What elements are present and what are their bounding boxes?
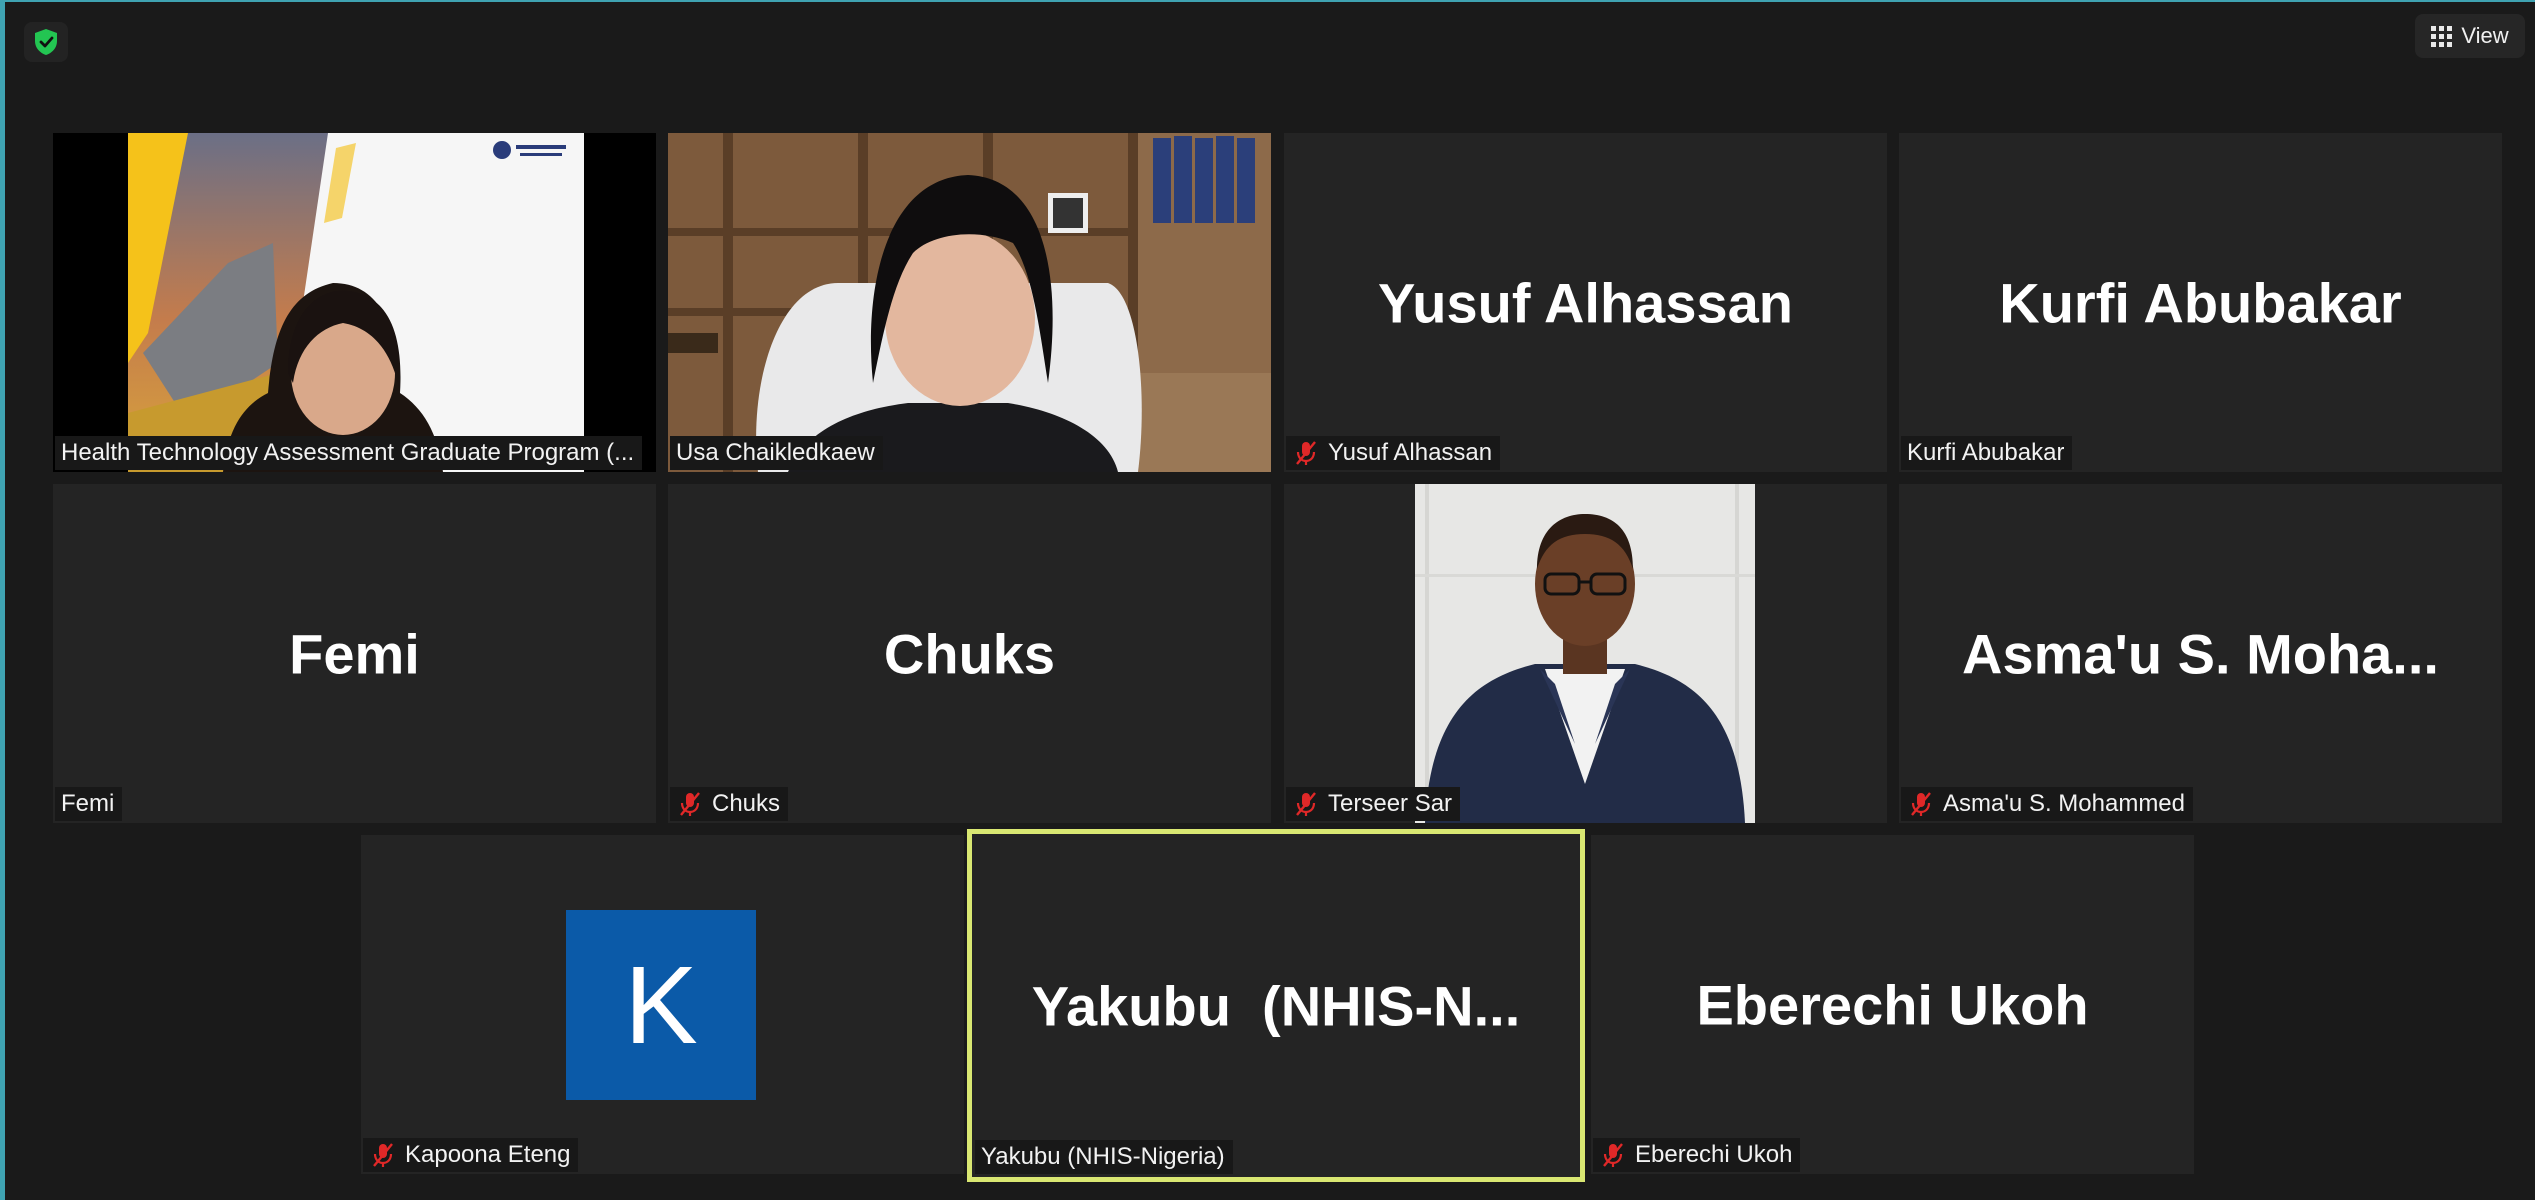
security-button[interactable] (24, 22, 68, 62)
participant-tile-name: Yusuf Alhassan (1378, 271, 1793, 334)
participant-tile-terseer-sar[interactable]: Terseer Sar (1284, 484, 1887, 823)
participant-nameplate: Eberechi Ukoh (1593, 1138, 1801, 1172)
participant-tile-name: Asma'u S. Moha... (1962, 622, 2439, 685)
participant-tile-usa-chaikledkaew[interactable]: Usa Chaikledkaew (668, 133, 1271, 472)
participant-name: Yusuf Alhassan (1328, 439, 1493, 466)
participant-tile-yakubu-active-speaker[interactable]: Yakubu (NHIS-N... Yakubu (NHIS-Nigeria) (967, 829, 1585, 1182)
participant-tile-name: Eberechi Ukoh (1696, 973, 2089, 1036)
mic-muted-icon (373, 1143, 393, 1167)
video-feed (1415, 484, 1755, 823)
participant-tile-yusuf-alhassan[interactable]: Yusuf Alhassan Yusuf Alhassan (1284, 133, 1887, 472)
participant-name: Chuks (712, 790, 781, 817)
mic-muted-icon (680, 792, 700, 816)
participant-tile-kapoona-eteng[interactable]: K Kapoona Eteng (361, 835, 964, 1174)
participant-tile-chuks[interactable]: Chuks Chuks (668, 484, 1271, 823)
participant-name: Yakubu (NHIS-Nigeria) (981, 1143, 1225, 1170)
participant-nameplate: Health Technology Assessment Graduate Pr… (55, 436, 643, 470)
view-button[interactable]: View (2415, 14, 2525, 58)
participant-name: Kurfi Abubakar (1907, 439, 2065, 466)
view-button-label: View (2461, 23, 2509, 48)
avatar: K (566, 910, 756, 1100)
participant-name: Health Technology Assessment Graduate Pr… (61, 439, 635, 466)
participant-tile-femi[interactable]: Femi Femi (53, 484, 656, 823)
participant-nameplate: Kurfi Abubakar (1901, 436, 2073, 470)
participant-nameplate: Yusuf Alhassan (1286, 436, 1501, 470)
participant-name: Asma'u S. Mohammed (1943, 790, 2186, 817)
window-edge-top (0, 0, 2535, 2)
participant-tile-hta-program[interactable]: Health Technology Assessment Graduate Pr… (53, 133, 656, 472)
participant-name: Usa Chaikledkaew (676, 439, 875, 466)
shield-check-icon (35, 29, 57, 55)
video-feed (128, 133, 584, 472)
participant-person (223, 283, 443, 472)
participant-nameplate: Chuks (670, 787, 789, 821)
participant-name: Kapoona Eteng (405, 1141, 571, 1168)
participant-nameplate: Usa Chaikledkaew (670, 436, 883, 470)
participant-tile-name: Kurfi Abubakar (1999, 271, 2402, 334)
participant-nameplate: Kapoona Eteng (363, 1138, 579, 1172)
window-edge (0, 0, 5, 1200)
participant-nameplate: Terseer Sar (1286, 787, 1461, 821)
participant-tile-asmau-mohammed[interactable]: Asma'u S. Moha... Asma'u S. Mohammed (1899, 484, 2502, 823)
avatar-letter: K (624, 943, 698, 1067)
participant-tile-name: Yakubu (NHIS-N... (1031, 974, 1521, 1037)
participant-tile-name: Chuks (883, 622, 1056, 685)
mic-muted-icon (1603, 1143, 1623, 1167)
video-feed (668, 133, 1271, 472)
participant-name: Eberechi Ukoh (1635, 1141, 1793, 1168)
mic-muted-icon (1296, 792, 1316, 816)
participant-tile-kurfi-abubakar[interactable]: Kurfi Abubakar Kurfi Abubakar (1899, 133, 2502, 472)
participant-nameplate: Asma'u S. Mohammed (1901, 787, 2194, 821)
participant-tile-eberechi-ukoh[interactable]: Eberechi Ukoh Eberechi Ukoh (1591, 835, 2194, 1174)
mic-muted-icon (1911, 792, 1931, 816)
participant-name: Terseer Sar (1328, 790, 1453, 817)
participant-nameplate: Femi (55, 787, 123, 821)
participant-tile-name: Femi (289, 622, 420, 685)
grid-icon (2431, 25, 2453, 47)
mic-muted-icon (1296, 441, 1316, 465)
participant-name: Femi (61, 790, 115, 817)
participant-nameplate: Yakubu (NHIS-Nigeria) (975, 1140, 1233, 1174)
